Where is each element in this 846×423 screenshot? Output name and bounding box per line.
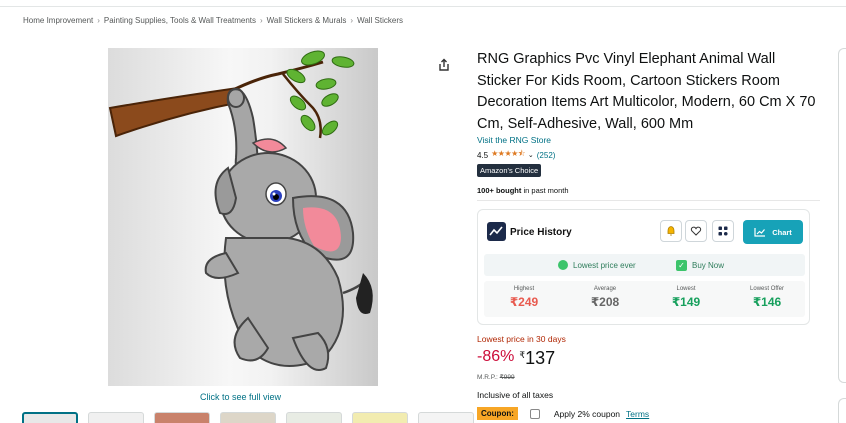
price-history-banner: Lowest price ever ✓ Buy Now: [484, 254, 805, 276]
apps-icon[interactable]: [712, 220, 734, 242]
breadcrumb-wall-stickers[interactable]: Wall Stickers: [357, 16, 403, 25]
stat-label: Lowest: [676, 286, 696, 292]
price-history-logo-icon: [487, 222, 506, 241]
price-value: 137: [525, 348, 556, 368]
tax-note: Inclusive of all taxes: [477, 390, 554, 400]
heart-icon[interactable]: [685, 220, 707, 242]
status-dot-icon: [558, 260, 568, 270]
breadcrumb-separator: ›: [97, 16, 100, 25]
lowest-ever-indicator: Lowest price ever: [558, 260, 636, 270]
discount-percent: -86%: [477, 348, 515, 365]
product-main-image[interactable]: [108, 48, 378, 386]
thumbnail[interactable]: [220, 412, 276, 423]
thumbnail[interactable]: [88, 412, 144, 423]
breadcrumb-home-improvement[interactable]: Home Improvement: [23, 16, 93, 25]
price-history-card: Price History Chart Lowest price ever ✓ …: [477, 209, 810, 325]
chart-button[interactable]: Chart: [743, 220, 803, 244]
chevron-down-icon[interactable]: ⌄: [528, 151, 534, 159]
review-count[interactable]: (252): [537, 151, 556, 160]
stat-lowest-offer: Lowest Offer ₹146: [727, 286, 807, 309]
amazons-choice-badge: Amazon's Choice: [477, 164, 542, 177]
bought-count-bold: 100+ bought: [477, 186, 522, 195]
stat-lowest: Lowest ₹149: [646, 286, 726, 309]
mrp-label: M.R.P.:: [477, 374, 498, 381]
coupon-checkbox[interactable]: [529, 408, 540, 419]
thumbnail[interactable]: [286, 412, 342, 423]
breadcrumb: Home Improvement › Painting Supplies, To…: [23, 16, 403, 25]
section-divider: [477, 200, 820, 201]
stat-average: Average ₹208: [565, 286, 645, 309]
buy-now-label: Buy Now: [692, 261, 725, 270]
share-icon[interactable]: [437, 58, 453, 74]
elephant-illustration: [108, 50, 373, 371]
rating-value: 4.5: [477, 150, 489, 160]
coupon-row: Coupon: Apply 2% coupon Terms: [477, 407, 649, 420]
breadcrumb-separator: ›: [260, 16, 263, 25]
stat-value: ₹146: [752, 295, 782, 309]
coupon-text: Apply 2% coupon: [553, 408, 621, 419]
price-history-title: Price History: [510, 227, 572, 238]
header-divider: [0, 6, 846, 7]
check-icon: ✓: [676, 260, 687, 271]
breadcrumb-wall-stickers-murals[interactable]: Wall Stickers & Murals: [267, 16, 347, 25]
breadcrumb-painting-supplies[interactable]: Painting Supplies, Tools & Wall Treatmen…: [104, 16, 256, 25]
buy-now-indicator[interactable]: ✓ Buy Now: [676, 260, 724, 271]
bought-count: 100+ bought in past month: [477, 186, 569, 195]
stat-value: ₹208: [590, 295, 620, 309]
stat-value: ₹249: [509, 295, 539, 309]
buy-box-panel: [838, 48, 846, 383]
price-row: -86% ₹ 137: [477, 348, 555, 369]
thumbnail-strip: [22, 412, 474, 423]
stat-label: Highest: [513, 286, 535, 292]
star-icon: ★★★★⯪: [491, 149, 525, 158]
lowest-ever-label: Lowest price ever: [573, 260, 636, 270]
price-stats: Highest ₹249 Average ₹208 Lowest ₹149 Lo…: [484, 281, 805, 317]
thumbnail[interactable]: [154, 412, 210, 423]
mrp: M.R.P.: ₹999: [477, 373, 515, 381]
full-view-link[interactable]: Click to see full view: [200, 392, 281, 402]
chart-line-icon: [754, 228, 766, 237]
stat-value: ₹149: [671, 295, 701, 309]
coupon-terms-link[interactable]: Terms: [626, 409, 649, 419]
bell-icon[interactable]: [660, 220, 682, 242]
thumbnail[interactable]: [22, 412, 78, 423]
rating-row[interactable]: 4.5 ★★★★⯪ ⌄ (252): [477, 148, 555, 162]
breadcrumb-separator: ›: [350, 16, 354, 25]
bought-count-rest: in past month: [521, 186, 569, 195]
chart-button-label: Chart: [772, 227, 792, 237]
thumbnail[interactable]: [352, 412, 408, 423]
stat-highest: Highest ₹249: [484, 286, 564, 309]
stat-label: Average: [593, 286, 617, 292]
buy-box-panel-lower: [838, 398, 846, 423]
lowest-30-days-label: Lowest price in 30 days: [477, 334, 566, 344]
product-title: RNG Graphics Pvc Vinyl Elephant Animal W…: [477, 51, 816, 132]
thumbnail[interactable]: [418, 412, 474, 423]
mrp-value: ₹999: [499, 374, 515, 381]
coupon-tag: Coupon:: [477, 407, 518, 420]
stat-label: Lowest Offer: [750, 286, 784, 292]
store-link[interactable]: Visit the RNG Store: [477, 135, 551, 145]
